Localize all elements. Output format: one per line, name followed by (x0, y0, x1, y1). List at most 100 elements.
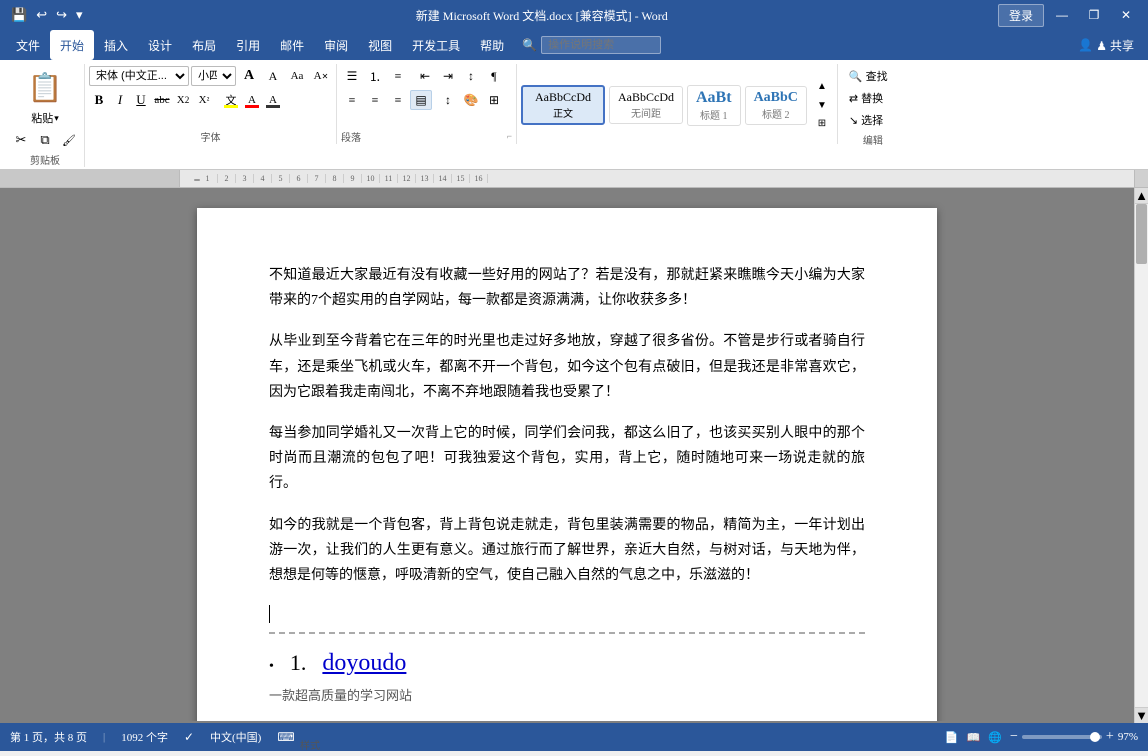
language: 中文(中国) (210, 729, 261, 745)
paste-button[interactable]: 📋 (20, 66, 70, 110)
case-button[interactable]: Aa (286, 66, 308, 86)
menu-help[interactable]: 帮助 (470, 30, 514, 60)
font-group: 宋体 (中文正... 小四 A A Aa A✕ B I U abc X2 (85, 64, 337, 144)
align-left-button[interactable]: ≡ (341, 90, 363, 110)
subheading: 一款超高质量的学习网站 (269, 685, 865, 704)
cursor-position (269, 604, 865, 624)
redo-icon[interactable]: ↪ (53, 5, 70, 25)
font-name-select[interactable]: 宋体 (中文正... (89, 66, 189, 86)
styles-scroll-down[interactable]: ▼ (811, 96, 833, 115)
view-print-icon[interactable]: 📄 (945, 731, 959, 744)
underline-button[interactable]: U (131, 90, 151, 110)
styles-more[interactable]: ⊞ (811, 114, 833, 133)
restore-button[interactable]: ❐ (1080, 4, 1108, 26)
styles-label: 样式 (300, 735, 320, 752)
menu-file[interactable]: 文件 (6, 30, 50, 60)
font-size-select[interactable]: 小四 (191, 66, 236, 86)
zoom-out-button[interactable]: − (1010, 729, 1018, 745)
bullets-button[interactable]: ☰ (341, 66, 363, 86)
paragraph-2: 从毕业到至今背着它在三年的时光里也走过好多地放，穿越了很多省份。不管是步行或者骑… (269, 329, 865, 405)
italic-button[interactable]: I (110, 90, 130, 110)
subscript-button[interactable]: X2 (173, 90, 193, 110)
section-divider (269, 632, 865, 634)
scrollbar-up-button[interactable]: ▲ (1135, 188, 1148, 204)
shading-button[interactable]: 🎨 (460, 90, 482, 110)
undo-icon[interactable]: ↩ (33, 5, 50, 25)
scrollbar-down-button[interactable]: ▼ (1135, 707, 1148, 723)
decrease-indent-button[interactable]: ⇤ (414, 66, 436, 86)
customize-quick-access-icon[interactable]: ▾ (73, 5, 86, 25)
styles-group: AaBbCcDd 正文 AaBbCcDd 无间距 AaBt 标题 1 AaBbC… (517, 64, 838, 144)
replace-button[interactable]: ⇄替换 (842, 88, 890, 108)
sort-button[interactable]: ↕ (460, 66, 482, 86)
menu-review[interactable]: 审阅 (314, 30, 358, 60)
login-button[interactable]: 登录 (998, 4, 1044, 27)
cut-button[interactable]: ✂ (10, 130, 32, 150)
styles-scroll-up[interactable]: ▲ (811, 77, 833, 96)
copy-button[interactable]: ⧉ (34, 130, 56, 150)
share-button[interactable]: 👤♟ 共享 (1070, 30, 1142, 60)
status-right: 📄 📖 🌐 − + 97% (945, 729, 1138, 745)
menu-insert[interactable]: 插入 (94, 30, 138, 60)
menu-layout[interactable]: 布局 (182, 30, 226, 60)
zoom-in-button[interactable]: + (1106, 729, 1114, 745)
paste-dropdown[interactable]: ▾ (54, 113, 59, 124)
paste-label: 粘贴 (31, 110, 53, 126)
borders-button[interactable]: ⊞ (483, 90, 505, 110)
menu-references[interactable]: 引用 (226, 30, 270, 60)
zoom-slider[interactable] (1022, 735, 1102, 739)
style-heading1[interactable]: AaBt 标题 1 (687, 85, 741, 126)
close-button[interactable]: ✕ (1112, 4, 1140, 26)
scrollbar-track (1135, 204, 1148, 707)
line-spacing-button[interactable]: ↕ (437, 90, 459, 110)
editing-label: 编辑 (842, 130, 904, 147)
style-heading2[interactable]: AaBbC 标题 2 (745, 86, 807, 125)
paragraph-dialog-button[interactable]: ⌐ (507, 131, 512, 141)
keyboard-icon: ⌨ (277, 730, 294, 745)
menu-developer[interactable]: 开发工具 (402, 30, 470, 60)
menu-bar: 文件 开始 插入 设计 布局 引用 邮件 审阅 视图 开发工具 帮助 🔍 👤♟ … (0, 30, 1148, 60)
bullet-marker: • (269, 659, 274, 675)
search-input[interactable] (541, 36, 661, 54)
view-read-icon[interactable]: 📖 (967, 731, 981, 744)
menu-mailings[interactable]: 邮件 (270, 30, 314, 60)
format-painter-button[interactable]: 🖌 (58, 130, 80, 150)
heading-1-block: • 1. doyoudo (269, 650, 865, 677)
title-bar-left: 💾 ↩ ↪ ▾ (8, 5, 86, 25)
font-color-button[interactable]: A (242, 90, 262, 110)
vertical-scrollbar[interactable]: ▲ ▼ (1134, 188, 1148, 723)
document-area: 不知道最近大家最近有没有收藏一些好用的网站了？若是没有，那就赶紧来瞧瞧今天小编为… (0, 188, 1134, 721)
increase-indent-button[interactable]: ⇥ (437, 66, 459, 86)
find-button[interactable]: 🔍查找 (842, 66, 895, 86)
quick-access: 💾 ↩ ↪ ▾ (8, 5, 86, 25)
menu-home[interactable]: 开始 (50, 30, 94, 60)
title-bar: 💾 ↩ ↪ ▾ 新建 Microsoft Word 文档.docx [兼容模式]… (0, 0, 1148, 30)
clear-format-button[interactable]: A✕ (310, 66, 332, 86)
view-web-icon[interactable]: 🌐 (988, 731, 1002, 744)
document-page[interactable]: 不知道最近大家最近有没有收藏一些好用的网站了？若是没有，那就赶紧来瞧瞧今天小编为… (197, 208, 937, 721)
strikethrough-button[interactable]: abc (152, 90, 172, 110)
grow-font-button[interactable]: A (238, 66, 260, 86)
superscript-button[interactable]: X² (194, 90, 214, 110)
heading-link[interactable]: doyoudo (322, 650, 406, 677)
paragraph-4: 如今的我就是一个背包客，背上背包说走就走，背包里装满需要的物品，精简为主，一年计… (269, 513, 865, 589)
show-marks-button[interactable]: ¶ (483, 66, 505, 86)
scrollbar-thumb[interactable] (1136, 204, 1147, 264)
save-icon[interactable]: 💾 (8, 5, 30, 25)
menu-design[interactable]: 设计 (138, 30, 182, 60)
bold-button[interactable]: B (89, 90, 109, 110)
select-button[interactable]: ↘选择 (842, 110, 890, 130)
multilevel-list-button[interactable]: ≡ (387, 66, 409, 86)
minimize-button[interactable]: — (1048, 4, 1076, 26)
style-no-spacing[interactable]: AaBbCcDd 无间距 (609, 86, 683, 124)
numbering-button[interactable]: ⒈ (364, 66, 386, 86)
align-right-button[interactable]: ≡ (387, 90, 409, 110)
menu-view[interactable]: 视图 (358, 30, 402, 60)
shrink-font-button[interactable]: A (262, 66, 284, 86)
word-count: 1092 个字 (121, 729, 168, 745)
justify-button[interactable]: ▤ (410, 90, 432, 110)
highlight-color-button[interactable]: 文 (221, 90, 241, 110)
align-center-button[interactable]: ≡ (364, 90, 386, 110)
style-normal[interactable]: AaBbCcDd 正文 (521, 85, 605, 125)
font-color-dropdown[interactable]: A (263, 90, 283, 110)
